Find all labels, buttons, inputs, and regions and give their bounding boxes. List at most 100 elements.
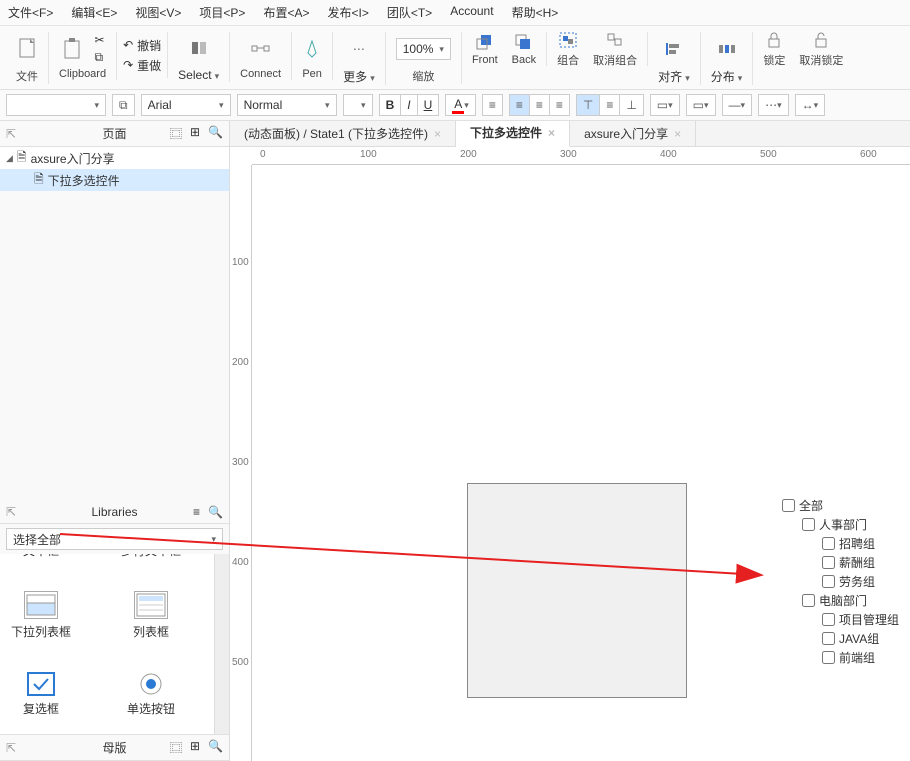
collapse-icon[interactable]: ⇱ xyxy=(6,741,16,755)
front-icon[interactable] xyxy=(475,32,495,52)
lock-icon[interactable] xyxy=(764,30,784,50)
tab-other[interactable]: axsure入门分享× xyxy=(570,121,696,147)
bold-button[interactable]: B xyxy=(379,94,402,116)
collapse-icon[interactable]: ⇱ xyxy=(6,127,16,141)
libraries-panel: ⇱ Libraries ≡🔍 选择全部▾ 文本框 多行文本框 下拉列表框 列表框… xyxy=(0,501,229,734)
search-icon[interactable]: 🔍 xyxy=(208,739,223,756)
add-folder-icon[interactable]: ⿴ xyxy=(170,125,182,142)
line-color-button[interactable]: ▭ ▾ xyxy=(686,94,716,116)
ck-laowu[interactable]: 劳务组 xyxy=(822,573,899,590)
connect-icon[interactable] xyxy=(251,39,271,59)
masters-panel-title: 母版 xyxy=(102,739,126,756)
ungroup-icon[interactable] xyxy=(605,30,625,50)
menu-project[interactable]: 项目<P> xyxy=(199,4,245,21)
add-folder-icon[interactable]: ⿴ xyxy=(170,739,182,756)
italic-button[interactable]: I xyxy=(401,94,417,116)
ck-zhaopin[interactable]: 招聘组 xyxy=(822,535,899,552)
style-preset-select[interactable]: ▾ xyxy=(6,94,106,116)
valign-middle-button[interactable]: ≡ xyxy=(600,94,620,116)
search-icon[interactable]: 🔍 xyxy=(208,125,223,142)
new-file-icon[interactable] xyxy=(17,39,37,59)
lib-scrollbar-thumb[interactable] xyxy=(216,574,228,604)
menu-help[interactable]: 帮助<H> xyxy=(512,4,559,21)
menu-edit[interactable]: 编辑<E> xyxy=(71,4,117,21)
font-size-select[interactable]: ▾ xyxy=(343,94,373,116)
copy-icon: ⧉ xyxy=(95,50,104,65)
library-select[interactable]: 选择全部▾ xyxy=(6,528,223,550)
lib-menu-icon[interactable]: ≡ xyxy=(193,505,200,519)
menu-account[interactable]: Account xyxy=(450,4,493,21)
lib-textfield[interactable]: 文本框 xyxy=(6,554,76,571)
menu-publish[interactable]: 发布<I> xyxy=(327,4,368,21)
tab-active[interactable]: 下拉多选控件× xyxy=(456,121,570,147)
ck-pm[interactable]: 项目管理组 xyxy=(822,611,899,628)
font-family-select[interactable]: Arial▾ xyxy=(141,94,231,116)
add-page-icon[interactable]: ⊞ xyxy=(190,125,200,142)
style-manager-button[interactable]: ⧉ xyxy=(112,94,135,116)
close-icon[interactable]: × xyxy=(674,127,681,141)
ck-hr[interactable]: 人事部门 xyxy=(802,516,899,533)
paste-icon[interactable] xyxy=(61,39,81,59)
line-width-button[interactable]: — ▾ xyxy=(722,94,753,116)
cut-icon: ✂ xyxy=(95,33,105,47)
collapse-icon[interactable]: ⇱ xyxy=(6,505,16,519)
select-icon[interactable] xyxy=(189,39,209,59)
align-left-button[interactable]: ≡ xyxy=(509,94,530,116)
lib-checkbox[interactable]: 复选框 xyxy=(6,672,76,728)
zoom-combo[interactable]: 100%▾ xyxy=(396,38,451,60)
lib-listbox[interactable]: 列表框 xyxy=(116,591,186,651)
add-master-icon[interactable]: ⊞ xyxy=(190,739,200,756)
ck-xinchou[interactable]: 薪酬组 xyxy=(822,554,899,571)
align-right-button[interactable]: ≡ xyxy=(550,94,570,116)
rectangle-widget[interactable] xyxy=(467,483,687,698)
tab-dynamic-panel[interactable]: (动态面板) / State1 (下拉多选控件)× xyxy=(230,121,456,147)
outline-root-row[interactable]: ◢🗎axsure入门分享 xyxy=(0,147,229,169)
menu-team[interactable]: 团队<T> xyxy=(387,4,432,21)
group-icon[interactable] xyxy=(558,30,578,50)
masters-panel: ⇱ 母版 ⿴ ⊞ 🔍 xyxy=(0,734,229,761)
bullets-button[interactable]: ≡ xyxy=(482,94,503,116)
back-icon[interactable] xyxy=(514,32,534,52)
redo-button[interactable]: ↷重做 xyxy=(123,57,161,74)
ck-java[interactable]: JAVA组 xyxy=(822,630,899,647)
unlock-icon[interactable] xyxy=(811,30,831,50)
font-color-button[interactable]: A ▾ xyxy=(445,94,476,116)
ck-all[interactable]: 全部 xyxy=(782,497,899,514)
font-style-select[interactable]: Normal▾ xyxy=(237,94,337,116)
close-icon[interactable]: × xyxy=(548,126,555,140)
canvas-area: (动态面板) / State1 (下拉多选控件)× 下拉多选控件× axsure… xyxy=(230,121,910,761)
valign-bottom-button[interactable]: ⊥ xyxy=(620,94,643,116)
line-style-button[interactable]: ⋯ ▾ xyxy=(758,94,789,116)
search-icon[interactable]: 🔍 xyxy=(208,505,223,519)
lib-textarea[interactable]: 多行文本框 xyxy=(116,554,186,571)
expand-icon[interactable]: ◢ xyxy=(6,153,13,164)
ribbon-select-label: Select ▾ xyxy=(178,68,219,82)
align-icon[interactable] xyxy=(664,39,684,59)
menu-arrange[interactable]: 布置<A> xyxy=(263,4,309,21)
distribute-icon[interactable] xyxy=(717,39,737,59)
checkbox-tree: 全部 人事部门 招聘组 薪酬组 劳务组 电脑部门 项目管理组 JAVA组 前端组 xyxy=(782,495,899,668)
menu-view[interactable]: 视图<V> xyxy=(135,4,181,21)
copy-button[interactable]: ⧉ xyxy=(95,50,105,65)
more-icon[interactable]: ⋯ xyxy=(349,39,369,59)
ck-it[interactable]: 电脑部门 xyxy=(802,592,899,609)
ribbon-distribute-label: 分布 ▾ xyxy=(711,68,743,85)
valign-top-button[interactable]: ⊤ xyxy=(576,94,600,116)
outline-child-row[interactable]: 🗎下拉多选控件 xyxy=(0,169,229,191)
undo-button[interactable]: ↶撤销 xyxy=(123,37,161,54)
arrow-style-button[interactable]: ↔ ▾ xyxy=(795,94,826,116)
underline-button[interactable]: U xyxy=(418,94,440,116)
ck-qd[interactable]: 前端组 xyxy=(822,649,899,666)
main-area: ⇱ 页面 ⿴⊞🔍 ◢🗎axsure入门分享 🗎下拉多选控件 ⇱ Librarie… xyxy=(0,121,910,761)
ribbon-file-label: 文件 xyxy=(16,68,38,84)
close-icon[interactable]: × xyxy=(434,127,441,141)
pen-icon[interactable] xyxy=(302,39,322,59)
lib-radio[interactable]: 单选按钮 xyxy=(116,672,186,728)
ribbon-zoom-label: 缩放 xyxy=(412,68,434,84)
align-center-button[interactable]: ≡ xyxy=(530,94,550,116)
menu-file[interactable]: 文件<F> xyxy=(8,4,53,21)
cut-button[interactable]: ✂ xyxy=(95,33,105,47)
fill-color-button[interactable]: ▭ ▾ xyxy=(650,94,680,116)
lib-dropdown[interactable]: 下拉列表框 xyxy=(6,591,76,651)
design-canvas[interactable]: 全部 人事部门 招聘组 薪酬组 劳务组 电脑部门 项目管理组 JAVA组 前端组 xyxy=(252,165,910,761)
